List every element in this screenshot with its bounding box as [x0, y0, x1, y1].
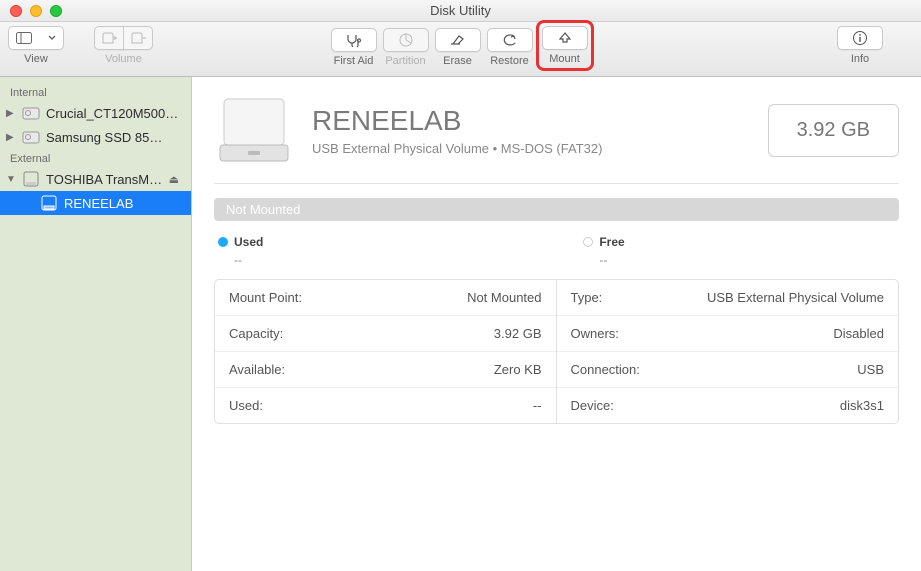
toolbar: View Volume First Aid [0, 22, 921, 77]
info-button[interactable] [837, 26, 883, 50]
info-icon [852, 30, 868, 46]
detail-row: Device:disk3s1 [557, 388, 899, 423]
detail-left-col: Mount Point:Not Mounted Capacity:3.92 GB… [215, 280, 557, 423]
divider [214, 183, 899, 184]
mount-label: Mount [549, 53, 580, 65]
volume-remove-button[interactable] [123, 26, 153, 50]
disclosure-triangle-icon[interactable]: ▶ [6, 132, 16, 143]
restore-label: Restore [490, 55, 529, 67]
detail-row: Type:USB External Physical Volume [557, 280, 899, 316]
volume-name: RENEELAB [312, 105, 602, 137]
erase-icon [449, 33, 467, 47]
sidebar-section-internal: Internal [0, 83, 191, 101]
partition-button[interactable] [383, 28, 429, 52]
chevron-down-icon [48, 35, 56, 41]
mount-status-bar: Not Mounted [214, 198, 899, 221]
mount-icon [558, 31, 572, 45]
volume-icon [40, 194, 58, 212]
detail-row: Used:-- [215, 388, 556, 423]
sidebar-item-label: Crucial_CT120M500… [46, 106, 178, 121]
volume-plus-icon [101, 31, 117, 45]
disclosure-triangle-icon[interactable]: ▶ [6, 108, 16, 119]
external-drive-icon [22, 170, 40, 188]
volume-add-button[interactable] [94, 26, 124, 50]
first-aid-button[interactable] [331, 28, 377, 52]
volume-label: Volume [105, 53, 142, 65]
restore-icon [502, 33, 518, 47]
detail-row: Mount Point:Not Mounted [215, 280, 556, 316]
erase-button[interactable] [435, 28, 481, 52]
sidebar-item-label: TOSHIBA TransM… [46, 172, 162, 187]
detail-row: Available:Zero KB [215, 352, 556, 388]
sidebar-item-reneelab[interactable]: RENEELAB [0, 191, 191, 215]
volume-group [94, 26, 153, 50]
sidebar-item-label: RENEELAB [64, 196, 133, 211]
volume-size: 3.92 GB [768, 104, 899, 157]
usage-row: Used -- Free -- [214, 235, 899, 279]
internal-drive-icon [22, 128, 40, 146]
titlebar: Disk Utility [0, 0, 921, 22]
free-dot-icon [583, 237, 593, 247]
volume-image-icon [214, 95, 294, 165]
stethoscope-icon [345, 33, 363, 47]
partition-label: Partition [385, 55, 425, 67]
info-label: Info [851, 53, 869, 65]
first-aid-label: First Aid [334, 55, 374, 67]
mount-button[interactable] [542, 26, 588, 50]
volume-minus-icon [130, 31, 146, 45]
pie-icon [398, 32, 414, 48]
sidebar-item-samsung[interactable]: ▶ Samsung SSD 85… [0, 125, 191, 149]
eject-icon[interactable]: ⏏ [169, 173, 179, 186]
sidebar-item-label: Samsung SSD 85… [46, 130, 162, 145]
detail-row: Capacity:3.92 GB [215, 316, 556, 352]
disclosure-triangle-icon[interactable]: ▼ [6, 174, 16, 185]
erase-label: Erase [443, 55, 472, 67]
sidebar-section-external: External [0, 149, 191, 167]
detail-table: Mount Point:Not Mounted Capacity:3.92 GB… [214, 279, 899, 424]
detail-right-col: Type:USB External Physical Volume Owners… [557, 280, 899, 423]
internal-drive-icon [22, 104, 40, 122]
detail-row: Owners:Disabled [557, 316, 899, 352]
view-label: View [24, 53, 48, 65]
sidebar: Internal ▶ Crucial_CT120M500… ▶ Samsung … [0, 77, 192, 571]
sidebar-item-toshiba[interactable]: ▼ TOSHIBA TransM… ⏏ [0, 167, 191, 191]
sidebar-item-crucial[interactable]: ▶ Crucial_CT120M500… [0, 101, 191, 125]
view-button[interactable] [8, 26, 64, 50]
window-title: Disk Utility [0, 3, 921, 18]
volume-subtitle: USB External Physical Volume • MS-DOS (F… [312, 141, 602, 156]
used-dot-icon [218, 237, 228, 247]
mount-highlight: Mount [536, 20, 594, 71]
used-value: -- [218, 253, 263, 267]
restore-button[interactable] [487, 28, 533, 52]
content: RENEELAB USB External Physical Volume • … [192, 77, 921, 571]
used-label: Used [234, 235, 263, 249]
free-value: -- [583, 253, 624, 267]
free-label: Free [599, 235, 624, 249]
usage-free: Free -- [583, 235, 624, 267]
volume-header: RENEELAB USB External Physical Volume • … [214, 95, 899, 183]
usage-used: Used -- [218, 235, 263, 267]
main: Internal ▶ Crucial_CT120M500… ▶ Samsung … [0, 77, 921, 571]
detail-row: Connection:USB [557, 352, 899, 388]
sidebar-icon [16, 32, 32, 44]
